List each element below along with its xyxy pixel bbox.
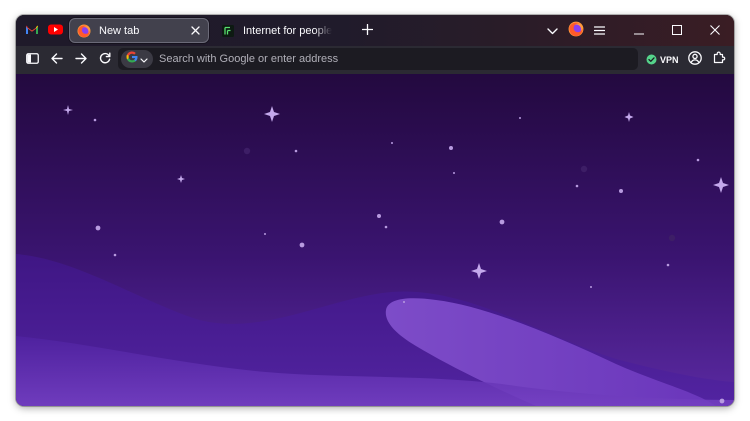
close-icon[interactable] (187, 23, 203, 39)
back-button[interactable] (46, 49, 68, 71)
tab-mozilla[interactable]: Internet for people, not profit (214, 18, 332, 43)
search-engine-selector[interactable] (121, 50, 153, 68)
search-input[interactable] (159, 53, 638, 65)
extensions-button[interactable] (708, 49, 730, 71)
forward-button[interactable] (70, 49, 92, 71)
firefox-view-button[interactable] (565, 20, 587, 42)
new-tab-page (16, 74, 734, 406)
chevron-down-icon (546, 22, 558, 40)
chevron-down-icon (140, 50, 148, 68)
navigation-toolbar: VPN (16, 46, 734, 74)
list-all-tabs-button[interactable] (541, 20, 563, 42)
puzzle-piece-icon (713, 51, 726, 69)
minimize-icon (634, 22, 644, 40)
tab-strip: New tab Internet for people, not profit (16, 15, 734, 46)
pinned-tab-gmail[interactable] (22, 21, 42, 41)
gmail-icon (25, 22, 39, 40)
account-button[interactable] (684, 49, 706, 71)
firefox-icon (568, 21, 584, 42)
close-icon (710, 22, 720, 40)
sidebar-icon (25, 51, 39, 69)
maximize-button[interactable] (666, 20, 688, 42)
arrow-right-icon (75, 51, 87, 69)
shield-check-icon (646, 54, 657, 67)
vpn-button[interactable]: VPN (646, 51, 679, 69)
plus-icon (361, 22, 373, 40)
close-window-button[interactable] (704, 20, 726, 42)
account-icon (688, 50, 702, 70)
tab-new-tab[interactable]: New tab (69, 18, 209, 43)
app-menu-button[interactable] (588, 20, 610, 42)
address-bar[interactable] (118, 48, 638, 70)
new-tab-button[interactable] (356, 20, 378, 42)
tab-title: New tab (99, 24, 140, 37)
google-icon (126, 50, 138, 68)
youtube-icon (47, 22, 63, 40)
reload-button[interactable] (94, 49, 116, 71)
hamburger-menu-icon (593, 22, 605, 40)
reload-icon (99, 51, 111, 69)
night-sky-background (16, 74, 734, 406)
maximize-icon (672, 22, 682, 40)
pinned-tab-youtube[interactable] (45, 21, 65, 41)
firefox-icon (76, 23, 92, 39)
vpn-label: VPN (660, 55, 679, 65)
sidebar-toggle-button[interactable] (21, 49, 43, 71)
tab-title: Internet for people, not profit (243, 24, 332, 37)
mozilla-icon (220, 23, 236, 39)
browser-window: New tab Internet for people, not profit (16, 15, 734, 406)
arrow-left-icon (51, 51, 63, 69)
minimize-button[interactable] (628, 20, 650, 42)
